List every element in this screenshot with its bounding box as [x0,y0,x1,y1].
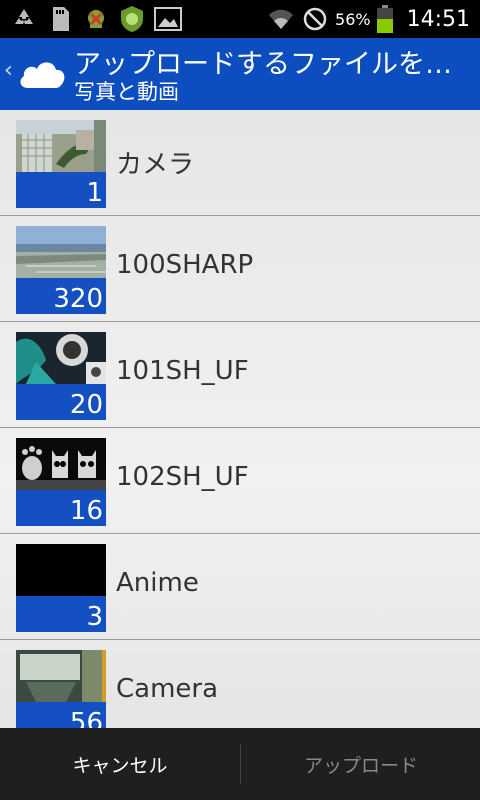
thumbnail-image [16,120,106,172]
thumbnail-image [16,332,106,384]
item-count: 20 [69,390,103,420]
folder-name: 102SH_UF [116,462,249,492]
item-count: 320 [53,284,103,314]
folder-thumbnail: 320 [16,226,106,314]
notification-icons [10,4,182,34]
item-count: 16 [69,496,103,526]
folder-name: 100SHARP [116,250,254,280]
page-subtitle: 写真と動画 [74,80,179,104]
folder-thumbnail: 16 [16,438,106,526]
bottom-action-bar: キャンセル アップロード [0,728,480,800]
folder-row[interactable]: 3 Anime [0,534,480,640]
status-bar: 56% 14:51 [0,0,480,38]
chevron-left-icon: ‹ [4,58,13,83]
cancel-button[interactable]: キャンセル [0,728,240,800]
folder-name: カメラ [116,150,195,180]
action-bar: ‹ アップロードするファイルを… 写真と動画 [0,38,480,110]
up-navigation-button[interactable]: ‹ [0,38,70,110]
cloud-icon [20,62,65,88]
folder-name: 101SH_UF [116,356,249,386]
folder-thumbnail: 3 [16,544,106,632]
item-count: 56 [69,708,103,728]
folder-row[interactable]: 1 カメラ [0,110,480,216]
thumbnail-image [16,544,106,596]
recycle-icon [10,5,38,33]
folder-row[interactable]: 20 101SH_UF [0,322,480,428]
image-icon [154,5,182,33]
no-signal-icon [301,5,329,33]
sd-card-icon [46,5,74,33]
battery-icon [376,5,393,33]
folder-name: Camera [116,674,219,704]
folder-row[interactable]: 56 Camera [0,640,480,728]
thumbnail-image [16,650,106,702]
folder-row[interactable]: 16 102SH_UF [0,428,480,534]
thumbnail-image [16,438,106,490]
upload-button[interactable]: アップロード [241,728,480,800]
folder-name: Anime [116,568,199,598]
wifi-icon [267,5,295,33]
folder-thumbnail: 20 [16,332,106,420]
android-blocked-icon [82,5,110,33]
folder-list: 1 カメラ 320 100SHARP 20 101SH_UF 16 102SH_… [0,110,480,728]
folder-thumbnail: 1 [16,120,106,208]
android-shield-icon [118,5,146,33]
item-count: 3 [86,602,103,632]
clock: 14:51 [406,6,470,32]
battery-percent: 56% [335,9,371,29]
system-icons: 56% 14:51 [267,0,470,38]
folder-thumbnail: 56 [16,650,106,728]
item-count: 1 [86,178,103,208]
thumbnail-image [16,226,106,278]
folder-row[interactable]: 320 100SHARP [0,216,480,322]
